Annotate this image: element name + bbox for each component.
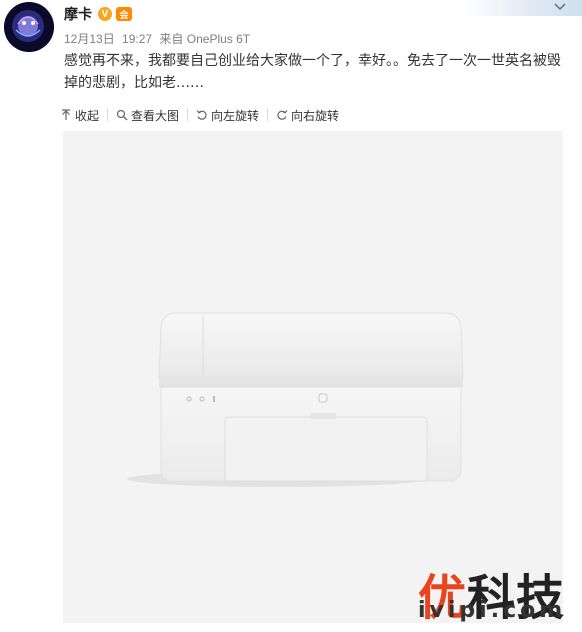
avatar[interactable] [4, 2, 54, 52]
rotate-right-button[interactable]: 向右旋转 [276, 107, 339, 124]
magnifier-icon [116, 109, 128, 121]
rotate-left-label: 向左旋转 [211, 108, 260, 123]
view-large-label: 查看大图 [131, 108, 180, 123]
rotate-right-icon [277, 110, 288, 120]
collapse-label: 收起 [75, 108, 100, 123]
divider [267, 109, 269, 121]
watermark-domain: ivipi.com [418, 598, 567, 623]
rotate-right-label: 向右旋转 [291, 108, 340, 123]
printer-photo [127, 312, 464, 487]
post-text: 感觉再不来，我都要自己创业给大家做一个了，幸好。。免去了一次一世英名被毁掉的悲剧… [64, 53, 561, 91]
divider [187, 109, 189, 121]
post-meta: 12月13日 19:27 来自 OnePlus 6T [64, 30, 254, 47]
post-source[interactable]: 来自 OnePlus 6T [159, 32, 250, 46]
weibo-post-card: 摩卡 V 会 12月13日 19:27 来自 OnePlus 6T 感觉再不来，… [0, 0, 582, 632]
collapse-button[interactable]: 收起 [60, 107, 99, 124]
verified-badge-icon[interactable]: V [98, 7, 112, 21]
member-badge-icon[interactable]: 会 [116, 7, 132, 21]
image-toolbar: 收起 查看大图 向左旋转 向右旋转 [60, 106, 339, 124]
author-row: 摩卡 V 会 [64, 4, 132, 24]
rotate-left-button[interactable]: 向左旋转 [196, 107, 259, 124]
chevron-down-icon[interactable] [552, 0, 568, 14]
post-image[interactable]: 优科技 ivipi.com [63, 131, 567, 626]
rotate-left-icon [196, 110, 207, 120]
arrow-up-icon [62, 109, 70, 120]
post-date[interactable]: 12月13日 [64, 32, 115, 46]
post-time[interactable]: 19:27 [122, 32, 152, 46]
view-large-button[interactable]: 查看大图 [116, 107, 179, 124]
divider [107, 109, 109, 121]
username[interactable]: 摩卡 [64, 4, 92, 24]
